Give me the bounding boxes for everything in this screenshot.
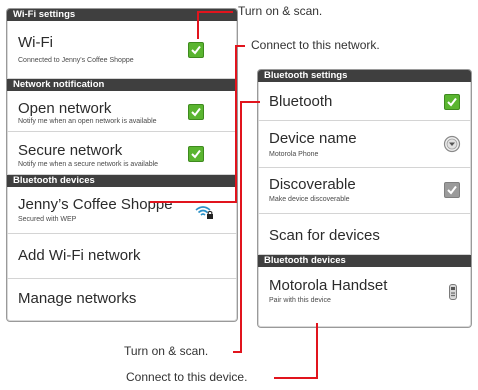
check-icon [191, 149, 201, 159]
secure-network-subtitle: Notify me when a secure network is avail… [18, 161, 159, 168]
device-name-title: Device name [269, 130, 357, 147]
chevron-circle-down-icon[interactable] [443, 135, 461, 153]
motorola-handset-subtitle: Pair with this device [269, 297, 331, 304]
wifi-lock-icon [195, 206, 213, 219]
wifi-toggle-row[interactable]: Wi-Fi Connected to Jenny's Coffee Shoppe [7, 21, 237, 79]
jenny-network-row[interactable]: Jenny’s Coffee Shoppe Secured with WEP [7, 187, 237, 234]
device-name-value: Motorola Phone [269, 151, 319, 158]
bluetooth-title: Bluetooth [269, 93, 333, 110]
bluetooth-toggle-row[interactable]: Bluetooth [258, 82, 471, 121]
scan-for-devices-label: Scan for devices [269, 227, 380, 244]
callout-line-bt-v [240, 101, 242, 353]
open-network-row[interactable]: Open network Notify me when an open netw… [7, 91, 237, 132]
motorola-handset-row[interactable]: Motorola Handset Pair with this device [258, 267, 471, 327]
phone-handset-icon [449, 284, 457, 300]
callout-wifi-turn-on: Turn on & scan. [238, 4, 323, 18]
bt-devices-header: Bluetooth devices [258, 255, 471, 267]
secure-network-checkbox[interactable] [188, 146, 204, 162]
add-wifi-network-label: Add Wi-Fi network [18, 247, 141, 264]
discoverable-row[interactable]: Discoverable Make device discoverable [258, 168, 471, 214]
wifi-settings-panel: Wi-Fi settings Wi-Fi Connected to Jenny'… [6, 8, 238, 322]
device-name-row[interactable]: Device name Motorola Phone [258, 121, 471, 168]
secure-network-row[interactable]: Secure network Notify me when a secure n… [7, 132, 237, 175]
callout-line-bt-h1 [240, 101, 260, 103]
manage-networks-row[interactable]: Manage networks [7, 279, 237, 321]
check-icon [191, 107, 201, 117]
wifi-title: Wi-Fi [18, 34, 53, 51]
callout-line-wifi-h [197, 11, 233, 13]
callout-bt-turn-on: Turn on & scan. [124, 344, 209, 358]
check-icon [191, 45, 201, 55]
check-icon [447, 97, 457, 107]
callout-connect-network: Connect to this network. [251, 38, 380, 52]
discoverable-checkbox[interactable] [444, 182, 460, 198]
callout-line-bt-h2 [233, 351, 242, 353]
bluetooth-settings-panel: Bluetooth settings Bluetooth Device name… [257, 69, 472, 328]
callout-line-wifi-v [197, 11, 199, 39]
callout-connect-device: Connect to this device. [126, 370, 248, 384]
scan-for-devices-row[interactable]: Scan for devices [258, 214, 471, 255]
motorola-handset-title: Motorola Handset [269, 277, 388, 294]
discoverable-title: Discoverable [269, 176, 356, 193]
jenny-network-title: Jenny’s Coffee Shoppe [18, 196, 173, 213]
wifi-checkbox[interactable] [188, 42, 204, 58]
discoverable-subtitle: Make device discoverable [269, 196, 350, 203]
open-network-checkbox[interactable] [188, 104, 204, 120]
callout-line-network-h2 [150, 201, 237, 203]
manage-networks-label: Manage networks [18, 290, 137, 307]
callout-line-device-v [316, 323, 318, 379]
bluetooth-checkbox[interactable] [444, 94, 460, 110]
check-icon [447, 185, 457, 195]
callout-line-network-v [235, 45, 237, 203]
add-wifi-network-row[interactable]: Add Wi-Fi network [7, 234, 237, 279]
secure-network-title: Secure network [18, 142, 123, 159]
wifi-status: Connected to Jenny's Coffee Shoppe [18, 57, 134, 64]
jenny-network-subtitle: Secured with WEP [18, 216, 77, 223]
network-notification-header: Network notification [7, 79, 237, 91]
bluetooth-settings-header: Bluetooth settings [258, 70, 471, 82]
open-network-title: Open network [18, 100, 112, 117]
callout-line-device-h [274, 377, 318, 379]
open-network-subtitle: Notify me when an open network is availa… [18, 118, 157, 125]
bluetooth-devices-header: Bluetooth devices [7, 175, 237, 187]
